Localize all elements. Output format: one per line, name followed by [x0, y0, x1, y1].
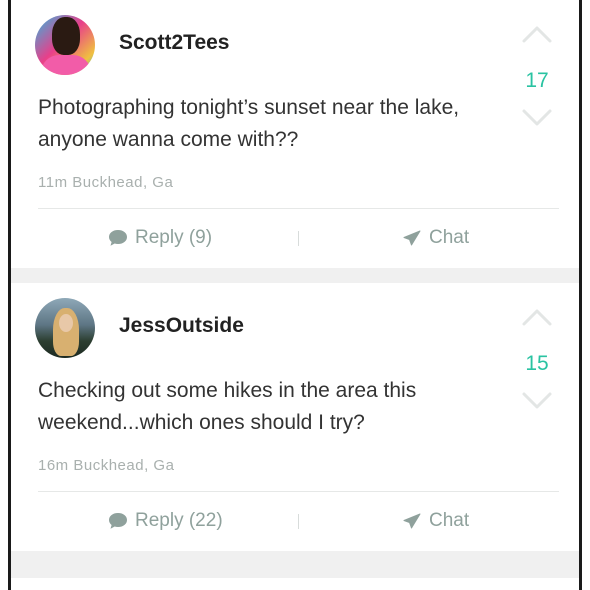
post-text: Checking out some hikes in the area this…	[38, 379, 417, 434]
chat-label: Chat	[429, 227, 470, 248]
chat-label: Chat	[429, 510, 470, 531]
chevron-up-icon[interactable]	[521, 307, 553, 327]
avatar[interactable]	[35, 298, 95, 358]
post-actions: Reply (9) Chat	[11, 222, 579, 254]
avatar[interactable]	[35, 15, 95, 75]
post-card	[11, 578, 579, 590]
reply-button[interactable]: Reply (22)	[108, 505, 223, 537]
chevron-down-icon[interactable]	[521, 391, 553, 411]
post-meta: 16m Buckhead, Ga	[38, 457, 175, 474]
reply-button[interactable]: Reply (9)	[108, 222, 212, 254]
vote-control: 15	[515, 307, 559, 427]
speech-bubble-icon	[108, 229, 128, 247]
chevron-down-icon[interactable]	[521, 108, 553, 128]
speech-bubble-icon	[108, 512, 128, 530]
chat-button[interactable]: Chat	[403, 222, 469, 254]
post-card: JessOutside Checking out some hikes in t…	[11, 283, 579, 551]
divider	[38, 491, 559, 492]
post-actions: Reply (22) Chat	[11, 505, 579, 537]
post-text: Photographing tonight’s sunset near the …	[38, 96, 460, 151]
reply-label: Reply (9)	[135, 227, 213, 248]
feed: Scott2Tees Photographing tonight’s sunse…	[8, 0, 582, 590]
chat-button[interactable]: Chat	[403, 505, 469, 537]
username[interactable]: Scott2Tees	[119, 31, 230, 55]
action-separator	[298, 514, 299, 529]
chevron-up-icon[interactable]	[521, 24, 553, 44]
post-meta: 11m Buckhead, Ga	[38, 174, 174, 191]
paper-plane-icon	[403, 230, 421, 246]
divider	[38, 208, 559, 209]
username[interactable]: JessOutside	[119, 314, 244, 338]
vote-score: 17	[525, 69, 549, 92]
vote-control: 17	[515, 24, 559, 144]
vote-score: 15	[525, 352, 549, 375]
action-separator	[298, 231, 299, 246]
post-card: Scott2Tees Photographing tonight’s sunse…	[11, 0, 579, 268]
paper-plane-icon	[403, 513, 421, 529]
reply-label: Reply (22)	[135, 510, 223, 531]
